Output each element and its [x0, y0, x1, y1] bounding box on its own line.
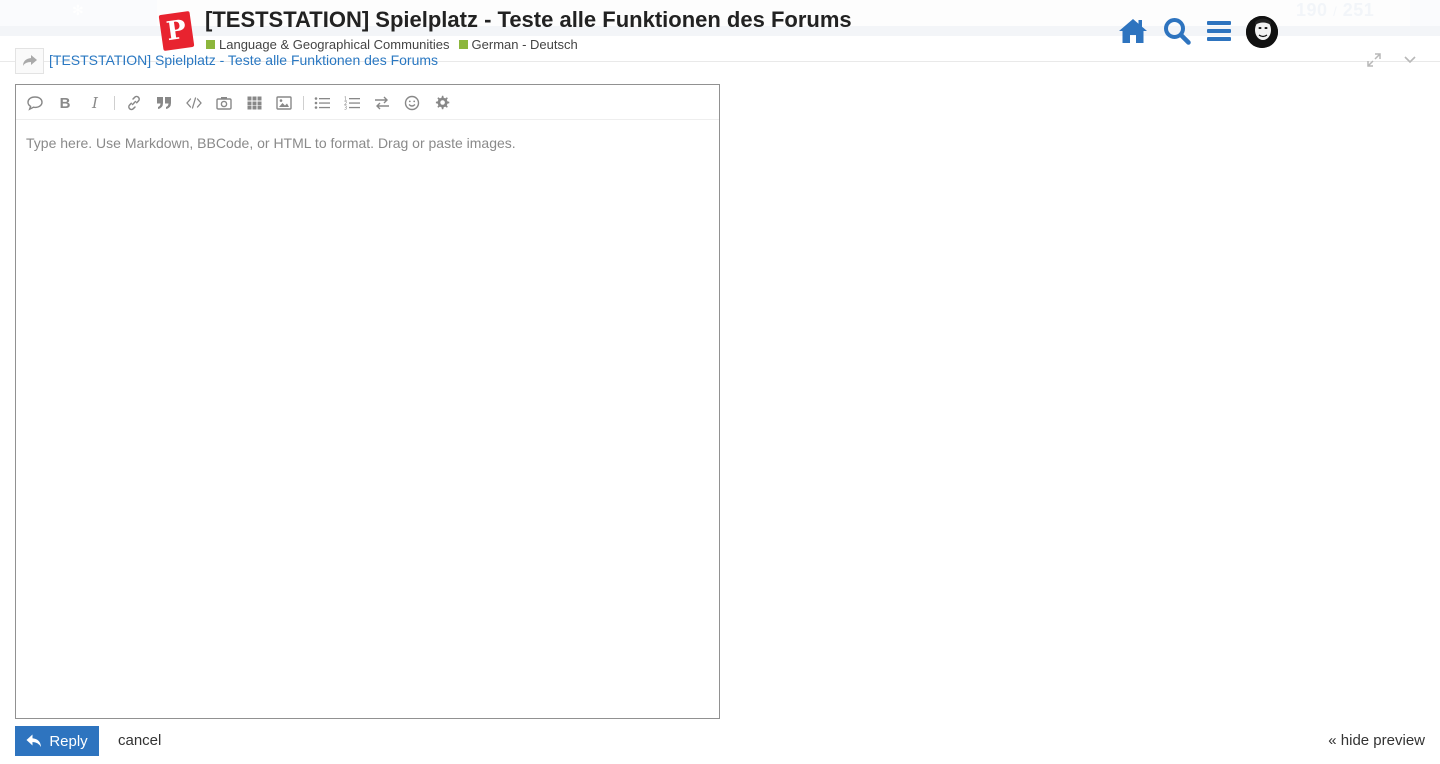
emoji-icon[interactable] [401, 92, 423, 114]
bold-glyph: B [59, 94, 71, 112]
collapse-chevron-icon[interactable] [1402, 52, 1418, 68]
reply-button-label: Reply [49, 732, 88, 750]
link-icon[interactable] [123, 92, 145, 114]
editor-toolbar: B I 123 [16, 85, 719, 120]
reply-arrow-icon [26, 734, 42, 747]
bullet-list-icon[interactable] [311, 92, 333, 114]
blockquote-icon[interactable] [153, 92, 175, 114]
hide-preview-link[interactable]: « hide preview [1328, 732, 1425, 749]
composer-reply-to: [TESTSTATION] Spielplatz - Teste alle Fu… [15, 48, 1440, 74]
composer-editor: B I 123 [15, 84, 720, 719]
camera-icon[interactable] [213, 92, 235, 114]
site-logo[interactable]: P [158, 11, 195, 51]
menu-icon[interactable] [1203, 16, 1235, 46]
logo-letter: P [164, 14, 189, 48]
reply-action-dropdown[interactable] [15, 48, 44, 74]
reply-to-topic-link[interactable]: [TESTSTATION] Spielplatz - Teste alle Fu… [49, 52, 438, 68]
italic-icon[interactable]: I [84, 92, 106, 114]
reply-text-input[interactable] [16, 121, 719, 718]
swap-icon[interactable] [371, 92, 393, 114]
bold-icon[interactable]: B [54, 92, 76, 114]
quote-bubble-icon[interactable] [24, 92, 46, 114]
cancel-link[interactable]: cancel [118, 732, 161, 749]
code-icon[interactable] [183, 92, 205, 114]
reply-button[interactable]: Reply [15, 726, 99, 756]
table-icon[interactable] [243, 92, 265, 114]
gear-icon[interactable] [431, 92, 453, 114]
search-icon[interactable] [1161, 16, 1193, 46]
topic-title[interactable]: [TESTSTATION] Spielplatz - Teste alle Fu… [205, 7, 852, 33]
toolbar-divider [303, 96, 304, 110]
share-arrow-icon [22, 55, 37, 66]
italic-glyph: I [92, 94, 98, 112]
toolbar-divider [114, 96, 115, 110]
user-avatar[interactable] [1246, 16, 1278, 48]
numbered-list-icon[interactable]: 123 [341, 92, 363, 114]
home-icon[interactable] [1117, 16, 1149, 46]
fullscreen-icon[interactable] [1366, 52, 1382, 68]
image-icon[interactable] [273, 92, 295, 114]
svg-text:3: 3 [344, 106, 347, 111]
